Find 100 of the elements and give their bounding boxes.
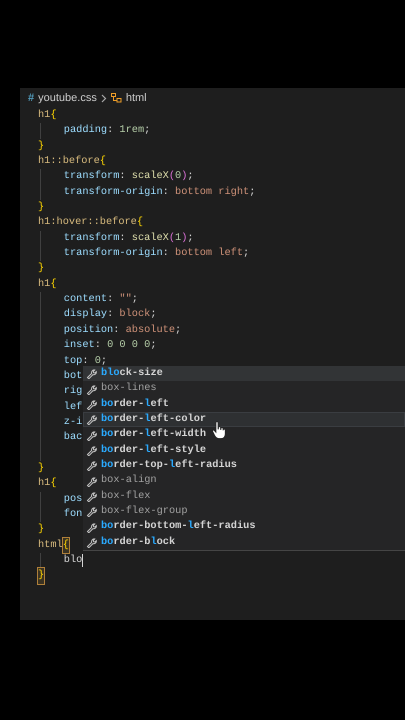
code-token: 0 0 0 0 bbox=[107, 338, 150, 354]
chevron-icon bbox=[100, 94, 107, 102]
wrench-icon bbox=[86, 460, 97, 472]
code-token: : bbox=[119, 169, 127, 184]
code-token: h1:hover::before bbox=[38, 215, 137, 230]
code-token: ) bbox=[181, 230, 188, 246]
code-token: display bbox=[64, 307, 108, 322]
code-token: : bbox=[162, 246, 170, 262]
code-token: h1 bbox=[38, 476, 50, 492]
suggestion-item[interactable]: block-size bbox=[101, 366, 163, 382]
wrench-icon bbox=[86, 490, 97, 502]
code-token: top bbox=[64, 354, 82, 368]
code-token: rig bbox=[64, 384, 82, 400]
wrench-icon bbox=[86, 368, 97, 380]
code-token: ; bbox=[187, 169, 194, 184]
wrench-icon bbox=[86, 536, 97, 548]
code-token: z-i bbox=[64, 414, 82, 430]
code-token: : bbox=[113, 322, 120, 338]
code-token: bac bbox=[64, 430, 82, 446]
suggestion-item[interactable]: box-lines bbox=[101, 381, 157, 397]
code-token: { bbox=[50, 476, 57, 492]
code-token: content bbox=[64, 292, 108, 308]
code-token: pos bbox=[64, 492, 82, 507]
code-token: h1::before bbox=[38, 154, 100, 170]
code-token: 0 bbox=[94, 354, 101, 368]
wrench-icon bbox=[86, 444, 97, 456]
wrench-icon bbox=[86, 522, 97, 533]
breadcrumb-item[interactable]: youtube.css bbox=[38, 90, 97, 106]
css-file-icon: # bbox=[28, 90, 34, 106]
code-token: { bbox=[136, 215, 144, 230]
wrench-icon bbox=[86, 476, 97, 487]
code-token: } bbox=[38, 261, 44, 276]
code-token: transform-origin bbox=[64, 184, 163, 200]
code-token: : bbox=[107, 123, 114, 138]
code-token: bottom left bbox=[175, 246, 244, 262]
code-token: ( bbox=[168, 169, 176, 184]
code-token: html bbox=[38, 538, 63, 553]
code-token: bot bbox=[64, 368, 82, 384]
code-token: ; bbox=[132, 292, 138, 308]
suggestion-item[interactable]: border-top-left-radius bbox=[101, 458, 237, 474]
code-token: 0 bbox=[175, 169, 182, 184]
code-token: ( bbox=[168, 230, 176, 246]
wrench-icon bbox=[86, 506, 97, 518]
code-token: : bbox=[107, 292, 114, 308]
symbol-icon bbox=[110, 93, 122, 103]
code-token: "" bbox=[119, 292, 132, 308]
code-token: transform bbox=[64, 169, 120, 184]
code-token: absolute bbox=[126, 322, 176, 338]
code-token: : bbox=[82, 354, 90, 368]
code-token: : bbox=[162, 184, 170, 200]
code-token: lef bbox=[64, 400, 82, 415]
code-token: position bbox=[64, 322, 114, 338]
breadcrumb-item[interactable]: html bbox=[126, 90, 147, 106]
code-token: } bbox=[38, 522, 44, 538]
suggestion-item[interactable]: border-bottom-left-radius bbox=[101, 519, 256, 535]
code-token: bottom right bbox=[175, 184, 250, 200]
code-token: transform bbox=[64, 230, 120, 246]
code-token: scaleX bbox=[132, 230, 169, 246]
suggestion-item[interactable]: box-flex bbox=[101, 488, 150, 504]
code-token: fon bbox=[64, 506, 82, 522]
code-token: padding bbox=[64, 123, 108, 138]
code-token: ; bbox=[100, 354, 108, 368]
code-token: ; bbox=[150, 307, 157, 322]
code-token: : bbox=[94, 338, 102, 354]
code-token: ; bbox=[150, 338, 157, 354]
code-token: { bbox=[50, 276, 57, 292]
code-token: transform-origin bbox=[64, 246, 163, 262]
suggestion-item[interactable]: box-flex-group bbox=[101, 504, 188, 520]
wrench-icon bbox=[86, 414, 97, 426]
code-token: ; bbox=[175, 322, 182, 338]
code-token: ; bbox=[144, 123, 150, 138]
code-token: ; bbox=[243, 246, 250, 262]
suggestion-item[interactable]: border-left-width bbox=[101, 427, 206, 443]
code-token: ; bbox=[249, 184, 256, 200]
pointer-cursor-icon bbox=[212, 421, 226, 439]
text-cursor bbox=[82, 554, 84, 567]
code-token: : bbox=[119, 230, 127, 246]
matched-bracket: } bbox=[38, 568, 44, 584]
code-token: inset bbox=[64, 338, 95, 354]
code-token: block bbox=[119, 307, 150, 322]
matched-bracket: { bbox=[62, 538, 69, 553]
code-token: } bbox=[38, 200, 44, 216]
code-token: } bbox=[38, 138, 44, 154]
code-token: blo bbox=[64, 552, 82, 568]
suggestion-item[interactable]: border-left-style bbox=[101, 442, 206, 458]
wrench-icon bbox=[86, 398, 97, 410]
code-token: 1 bbox=[175, 230, 182, 246]
code-token: ) bbox=[181, 169, 188, 184]
wrench-icon bbox=[86, 430, 97, 441]
suggestion-item[interactable]: border-left bbox=[101, 396, 169, 412]
code-token: 1rem bbox=[119, 123, 144, 138]
code-token: } bbox=[38, 460, 44, 476]
code-token: h1 bbox=[38, 276, 50, 292]
suggestion-item[interactable]: border-block bbox=[101, 534, 176, 550]
code-token: { bbox=[50, 108, 57, 123]
suggestion-item[interactable]: box-align bbox=[101, 473, 157, 489]
code-token: : bbox=[107, 307, 114, 322]
code-token: scaleX bbox=[132, 169, 169, 184]
code-token: h1 bbox=[38, 108, 50, 123]
code-token: { bbox=[100, 154, 106, 170]
